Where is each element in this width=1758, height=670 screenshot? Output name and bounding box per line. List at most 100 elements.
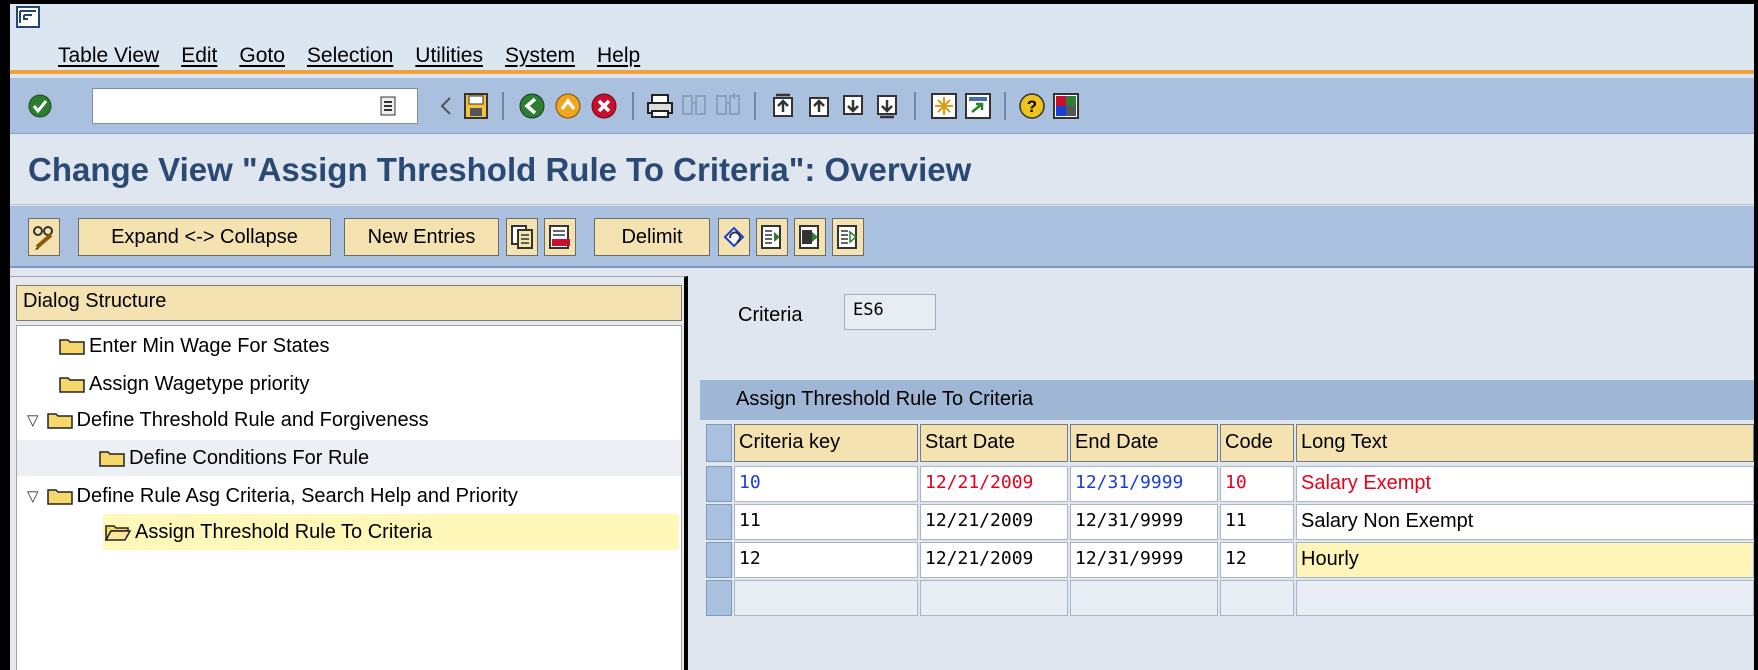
column-header-start-date[interactable]: Start Date [920, 424, 1068, 462]
open-folder-icon [105, 525, 131, 541]
cell-end-date[interactable]: 12/31/9999 [1070, 466, 1218, 502]
table-caption: Assign Threshold Rule To Criteria [700, 380, 1754, 420]
cell-empty[interactable] [1070, 580, 1218, 616]
column-header-long-text[interactable]: Long Text [1296, 424, 1754, 462]
cell-long-text-active[interactable]: Hourly [1296, 542, 1754, 578]
cell-criteria-key[interactable]: 12 [734, 542, 918, 578]
cell-code[interactable]: 10 [1220, 466, 1294, 502]
table-control: Criteria key Start Date End Date Code Lo… [700, 420, 1754, 670]
column-header-code[interactable]: Code [1220, 424, 1294, 462]
exit-icon[interactable] [552, 90, 584, 122]
delete-button[interactable] [544, 218, 576, 256]
shortcut-icon[interactable] [962, 90, 994, 122]
cell-empty[interactable] [734, 580, 918, 616]
row-selector[interactable] [706, 466, 732, 502]
select-block-icon [799, 225, 819, 249]
folder-icon [59, 377, 85, 393]
tree-node-define-rule-asg-criteria[interactable]: ▽ Define Rule Asg Criteria, Search Help … [17, 478, 681, 514]
folder-icon [46, 489, 73, 505]
enter-icon[interactable] [24, 90, 56, 122]
standard-toolbar: ? [10, 78, 1754, 134]
column-header-end-date[interactable]: End Date [1070, 424, 1218, 462]
help-icon[interactable]: ? [1016, 90, 1048, 122]
tree-node-define-conditions[interactable]: Define Conditions For Rule [17, 440, 681, 476]
back-icon[interactable] [516, 90, 548, 122]
cell-empty[interactable] [920, 580, 1068, 616]
find-next-icon[interactable] [712, 90, 744, 122]
display-change-button[interactable] [28, 218, 60, 256]
detail-panel: Criteria ES6 Assign Threshold Rule To Cr… [692, 276, 1754, 670]
cell-end-date[interactable]: 12/31/9999 [1070, 542, 1218, 578]
menu-table-view[interactable]: Table View [58, 44, 159, 68]
criteria-label: Criteria [738, 304, 803, 326]
cell-end-date[interactable]: 12/31/9999 [1070, 504, 1218, 540]
tree-node-assign-threshold-rule[interactable]: Assign Threshold Rule To Criteria [103, 514, 679, 550]
cancel-icon[interactable] [588, 90, 620, 122]
select-all-icon [761, 225, 781, 249]
delimit-button[interactable]: Delimit [594, 218, 710, 256]
cell-long-text[interactable]: Salary Non Exempt [1296, 504, 1754, 540]
tree-node-label: Define Conditions For Rule [129, 446, 370, 469]
dialog-structure-header: Dialog Structure [16, 285, 682, 321]
undo-icon [723, 226, 745, 248]
expanded-triangle-icon[interactable]: ▽ [27, 487, 39, 505]
menu-utilities[interactable]: Utilities [415, 44, 483, 68]
folder-icon [46, 413, 73, 429]
tree-node-assign-wagetype-priority[interactable]: Assign Wagetype priority [17, 366, 681, 402]
cell-empty[interactable] [1296, 580, 1754, 616]
menu-system[interactable]: System [505, 44, 575, 68]
new-entries-button[interactable]: New Entries [344, 218, 499, 256]
find-icon[interactable] [678, 90, 710, 122]
previous-page-icon[interactable] [804, 90, 836, 122]
deselect-all-button[interactable] [832, 218, 864, 256]
cell-criteria-key[interactable]: 11 [734, 504, 918, 540]
menu-goto[interactable]: Goto [239, 44, 285, 68]
back-arrow-icon[interactable] [430, 90, 462, 122]
column-header-criteria-key[interactable]: Criteria key [734, 424, 918, 462]
row-selector[interactable] [706, 580, 732, 616]
next-page-icon[interactable] [838, 90, 870, 122]
cell-empty[interactable] [1220, 580, 1294, 616]
copy-as-button[interactable] [506, 218, 538, 256]
menu-edit[interactable]: Edit [181, 44, 217, 68]
tree-node-define-threshold-rule[interactable]: ▽ Define Threshold Rule and Forgiveness [17, 402, 681, 438]
undo-change-button[interactable] [718, 218, 750, 256]
layout-icon[interactable] [1050, 90, 1082, 122]
first-page-icon[interactable] [768, 90, 800, 122]
menu-bar: Table View Edit Goto Selection Utilities… [10, 4, 1754, 74]
select-all-rows-button[interactable] [706, 424, 732, 462]
svg-text:?: ? [1027, 97, 1037, 116]
cell-code[interactable]: 11 [1220, 504, 1294, 540]
cell-start-date[interactable]: 12/21/2009 [920, 466, 1068, 502]
expand-collapse-button[interactable]: Expand <-> Collapse [78, 218, 331, 256]
title-bar: Change View "Assign Threshold Rule To Cr… [10, 135, 1754, 205]
select-all-button[interactable] [756, 218, 788, 256]
select-block-button[interactable] [794, 218, 826, 256]
menu-selection[interactable]: Selection [307, 44, 393, 68]
tree-node-label: Define Threshold Rule and Forgiveness [76, 408, 429, 431]
last-page-icon[interactable] [872, 90, 904, 122]
menu-help[interactable]: Help [597, 44, 640, 68]
pencil-glasses-icon [33, 226, 53, 250]
tree-node-enter-min-wage[interactable]: Enter Min Wage For States [17, 328, 681, 364]
new-session-icon[interactable] [928, 90, 960, 122]
expanded-triangle-icon[interactable]: ▽ [27, 411, 39, 429]
cell-long-text[interactable]: Salary Exempt [1296, 466, 1754, 502]
cell-start-date[interactable]: 12/21/2009 [920, 504, 1068, 540]
row-selector[interactable] [706, 504, 732, 540]
history-icon[interactable] [375, 92, 401, 120]
cell-code[interactable]: 12 [1220, 542, 1294, 578]
print-icon[interactable] [644, 90, 676, 122]
delete-icon [549, 225, 570, 249]
cell-criteria-key[interactable]: 10 [734, 466, 918, 502]
system-menu-icon[interactable] [16, 6, 40, 28]
command-field[interactable] [92, 88, 418, 124]
save-icon[interactable] [460, 90, 492, 122]
tree-node-label: Assign Wagetype priority [89, 372, 310, 395]
cell-start-date[interactable]: 12/21/2009 [920, 542, 1068, 578]
criteria-field[interactable]: ES6 [844, 294, 936, 330]
tree-node-label: Assign Threshold Rule To Criteria [135, 520, 433, 543]
folder-icon [99, 451, 125, 467]
separator [914, 92, 916, 120]
row-selector[interactable] [706, 542, 732, 578]
